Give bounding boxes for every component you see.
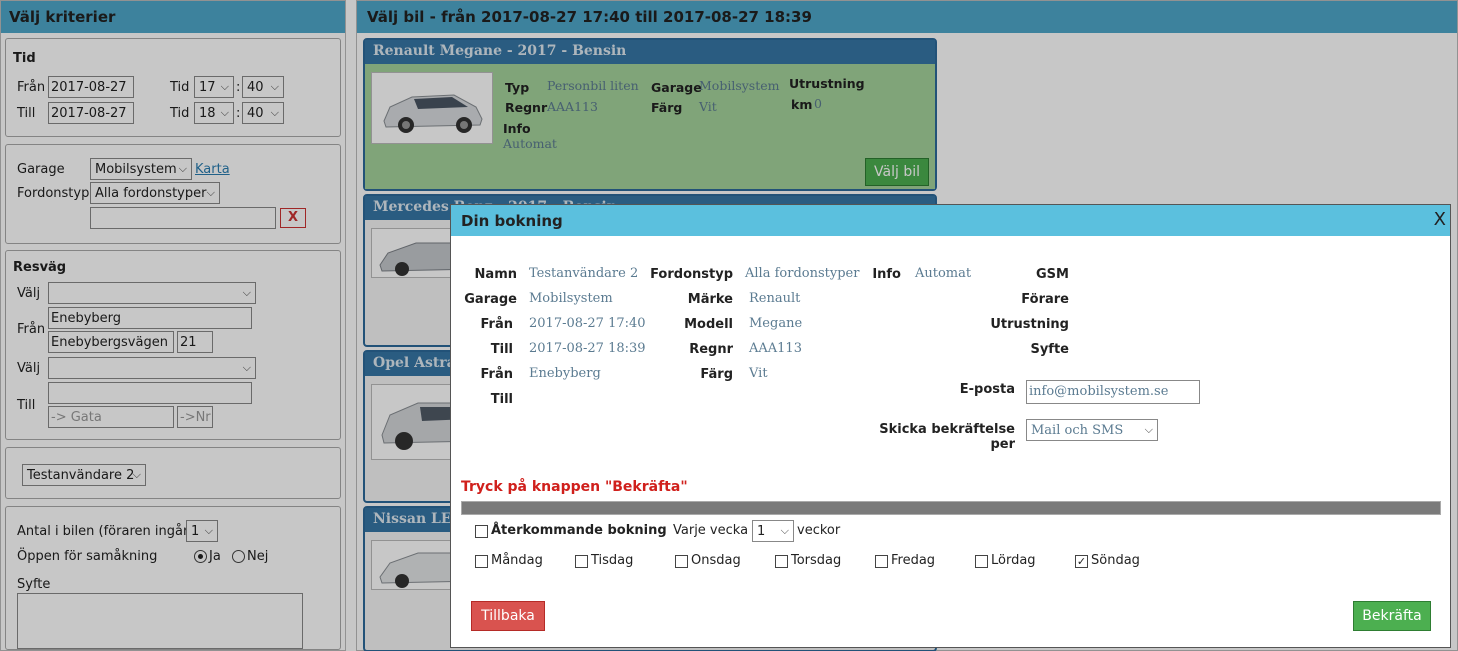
- day-checkbox-tisdag[interactable]: [575, 555, 588, 568]
- fordonstyp-label: Fordonstyp: [650, 267, 733, 282]
- fran-place-label: Från: [480, 367, 514, 382]
- day-checkbox-onsdag[interactable]: [675, 555, 688, 568]
- day-checkbox-sondag[interactable]: ✓: [1075, 555, 1088, 568]
- garage-label: Garage: [464, 292, 517, 307]
- day-label-torsdag: Torsdag: [791, 553, 842, 568]
- day-label-mandag: Måndag: [491, 553, 543, 568]
- progress-bar: [461, 501, 1441, 515]
- day-checkbox-torsdag[interactable]: [775, 555, 788, 568]
- info-label: Info: [872, 267, 901, 282]
- instruction-text: Tryck på knappen "Bekräfta": [461, 479, 688, 495]
- back-button[interactable]: Tillbaka: [471, 601, 545, 631]
- confirmation-method-value: Mail och SMS: [1031, 423, 1124, 438]
- booking-dialog: Din bokning X Namn Testanvändare 2 Garag…: [450, 204, 1451, 648]
- dialog-title: Din bokning: [451, 205, 1450, 236]
- day-checkbox-fredag[interactable]: [875, 555, 888, 568]
- marke-label: Märke: [687, 292, 733, 307]
- day-checkbox-lordag[interactable]: [975, 555, 988, 568]
- day-checkbox-mandag[interactable]: [475, 555, 488, 568]
- skicka-label: Skicka bekräftelse per: [879, 422, 1015, 452]
- syfte-label: Syfte: [1030, 342, 1069, 357]
- recurring-label: Återkommande bokning: [491, 523, 667, 538]
- garage-value: Mobilsystem: [529, 291, 613, 306]
- chevron-down-icon: ⌵: [780, 524, 789, 537]
- till-place-label: Till: [490, 392, 513, 407]
- checkmark-icon: ✓: [1076, 555, 1087, 568]
- info-value: Automat: [915, 266, 972, 281]
- till-value: 2017-08-27 18:39: [529, 341, 646, 356]
- modell-label: Modell: [684, 317, 733, 332]
- fran-label: Från: [480, 317, 514, 332]
- fran-place-value: Enebyberg: [529, 366, 601, 381]
- varje-vecka-label: Varje vecka i: [673, 523, 756, 538]
- fran-value: 2017-08-27 17:40: [529, 316, 646, 331]
- regnr-label: Regnr: [689, 342, 733, 357]
- farg-label: Färg: [700, 367, 733, 382]
- forare-label: Förare: [1021, 292, 1069, 307]
- recurring-checkbox[interactable]: [475, 525, 488, 538]
- weeks-value: 1: [757, 524, 766, 539]
- day-label-sondag: Söndag: [1091, 553, 1140, 568]
- chevron-down-icon: ⌵: [1144, 423, 1153, 436]
- modell-value: Megane: [749, 316, 803, 331]
- day-label-onsdag: Onsdag: [691, 553, 741, 568]
- confirmation-method-select[interactable]: Mail och SMS ⌵: [1026, 419, 1158, 441]
- fordonstyp-value: Alla fordonstyper: [745, 266, 860, 281]
- farg-value: Vit: [749, 366, 768, 381]
- marke-value: Renault: [749, 291, 801, 306]
- confirm-button[interactable]: Bekräfta: [1353, 601, 1431, 631]
- email-field[interactable]: info@mobilsystem.se: [1026, 380, 1200, 404]
- regnr-value: AAA113: [749, 341, 802, 356]
- epost-label: E-posta: [959, 382, 1015, 397]
- gsm-label: GSM: [1036, 267, 1069, 282]
- close-icon[interactable]: X: [1434, 209, 1446, 230]
- utrustning-label: Utrustning: [990, 317, 1069, 332]
- weeks-select[interactable]: 1 ⌵: [752, 520, 794, 542]
- namn-value: Testanvändare 2: [529, 266, 639, 281]
- day-label-tisdag: Tisdag: [591, 553, 634, 568]
- till-label: Till: [490, 342, 513, 357]
- veckor-label: veckor: [797, 523, 841, 538]
- day-label-fredag: Fredag: [891, 553, 936, 568]
- namn-label: Namn: [474, 267, 517, 282]
- day-label-lordag: Lördag: [991, 553, 1036, 568]
